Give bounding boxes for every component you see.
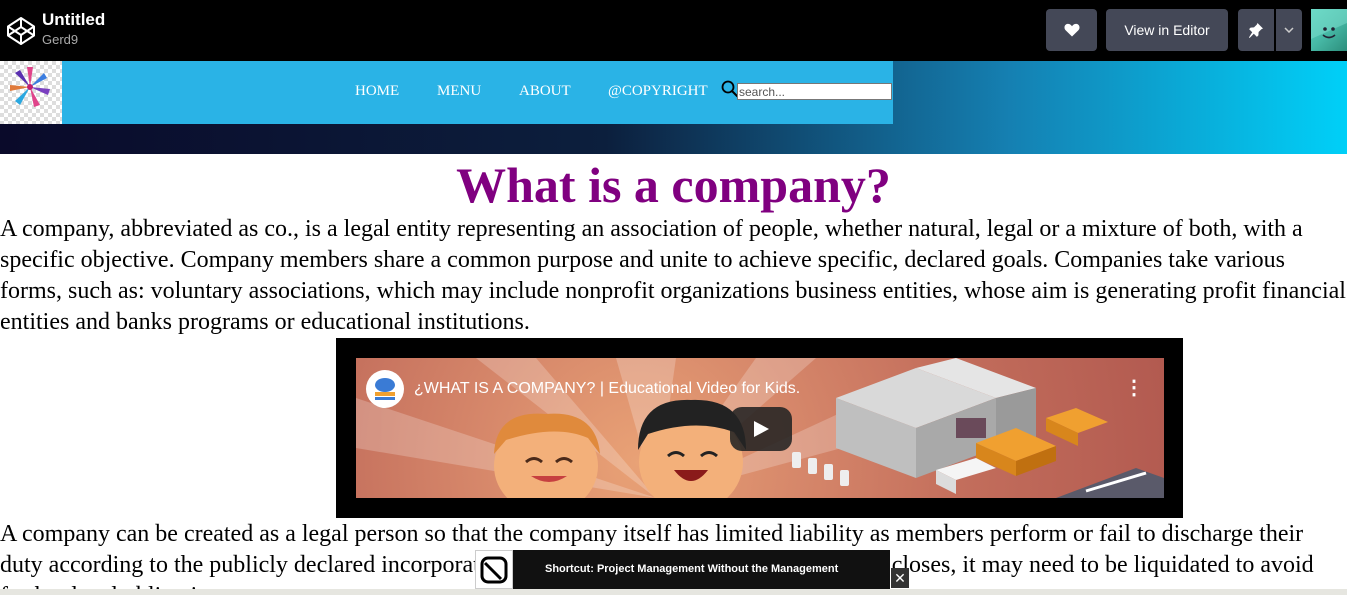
ad-text[interactable]: Shortcut: Project Management Without the… [545, 563, 838, 575]
nav-copyright[interactable]: @COPYRIGHT [608, 83, 708, 100]
nav-home[interactable]: HOME [355, 83, 399, 100]
avatar[interactable] [1311, 9, 1347, 51]
like-button[interactable] [1046, 9, 1097, 51]
ad-banner[interactable]: Shortcut: Project Management Without the… [475, 550, 890, 589]
pen-title[interactable]: Untitled [42, 10, 105, 30]
video-title[interactable]: ¿WHAT IS A COMPANY? | Educational Video … [414, 380, 800, 398]
play-button[interactable] [730, 407, 792, 451]
pin-button[interactable] [1238, 9, 1274, 51]
video-more-icon[interactable]: ⋮ [1124, 378, 1144, 398]
heart-icon [1063, 23, 1080, 37]
chevron-down-icon [1284, 27, 1294, 33]
codepen-top-bar: Untitled Gerd9 View in Editor [0, 0, 1347, 61]
search-input[interactable] [737, 83, 892, 100]
video-thumbnail[interactable]: ¿WHAT IS A COMPANY? | Educational Video … [356, 358, 1164, 498]
pin-icon [1249, 23, 1263, 38]
nav-about[interactable]: ABOUT [519, 83, 571, 100]
pen-author[interactable]: Gerd9 [42, 32, 78, 47]
pin-options-button[interactable] [1276, 9, 1302, 51]
site-logo[interactable] [0, 61, 62, 124]
codepen-icon[interactable] [6, 16, 36, 46]
view-in-editor-button[interactable]: View in Editor [1106, 9, 1228, 51]
intro-paragraph: A company, abbreviated as co., is a lega… [0, 216, 1346, 335]
bottom-ad-strip [0, 589, 1347, 595]
ad-logo-icon [475, 550, 513, 589]
navbar: HOME MENU ABOUT @COPYRIGHT [0, 61, 893, 124]
video-embed[interactable]: ¿WHAT IS A COMPANY? | Educational Video … [336, 338, 1183, 518]
close-icon[interactable]: ✕ [891, 568, 909, 588]
page-title: What is a company? [456, 157, 891, 213]
nav-menu[interactable]: MENU [437, 83, 481, 100]
site-header: HOME MENU ABOUT @COPYRIGHT [0, 61, 1347, 154]
channel-icon[interactable] [366, 370, 404, 408]
play-icon [754, 421, 769, 437]
